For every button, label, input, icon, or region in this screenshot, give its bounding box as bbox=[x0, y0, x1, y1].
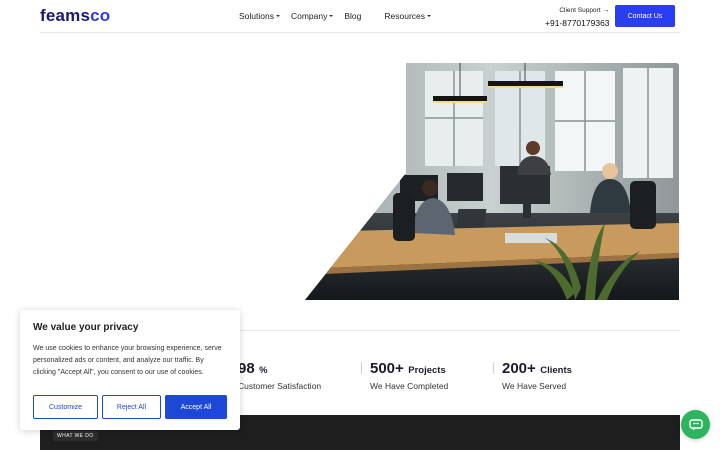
cookie-buttons: Customize Reject All Accept All bbox=[33, 395, 231, 419]
section-tag: WHAT WE DO bbox=[53, 431, 98, 441]
logo[interactable]: feamsco bbox=[40, 6, 110, 26]
nav-label: Solutions bbox=[239, 11, 274, 21]
stat-suffix: Clients bbox=[540, 365, 572, 376]
main-nav: Solutions Company Blog Resources bbox=[239, 11, 442, 21]
stat-divider bbox=[361, 362, 362, 374]
stat-clients: 200+ Clients We Have Served bbox=[493, 360, 572, 391]
nav-item-company[interactable]: Company bbox=[290, 11, 334, 21]
stat-number: 200+ bbox=[502, 360, 536, 377]
cookie-title: We value your privacy bbox=[33, 322, 139, 333]
client-support[interactable]: Client Support → +91-8770179363 bbox=[545, 7, 610, 28]
cookie-text: We use cookies to enhance your browsing … bbox=[33, 345, 222, 376]
arrow-right-icon: → bbox=[602, 7, 610, 14]
support-label: Client Support bbox=[559, 7, 601, 14]
office-photo bbox=[305, 63, 679, 300]
chat-button[interactable] bbox=[681, 410, 710, 439]
site-header: feamsco Solutions Company Blog Resources… bbox=[0, 0, 720, 33]
stat-label: Customer Satisfaction bbox=[238, 381, 322, 391]
stat-suffix: Projects bbox=[408, 365, 446, 376]
hero-image bbox=[305, 63, 679, 300]
contact-us-button[interactable]: Contact Us bbox=[615, 5, 675, 27]
support-link[interactable]: Client Support → bbox=[545, 7, 610, 14]
stat-divider bbox=[493, 362, 494, 374]
chevron-down-icon bbox=[275, 15, 280, 17]
header-divider bbox=[40, 32, 680, 33]
nav-item-resources[interactable]: Resources bbox=[384, 11, 432, 21]
chevron-down-icon bbox=[427, 15, 432, 17]
stat-label: We Have Completed bbox=[370, 381, 449, 391]
nav-label: Company bbox=[290, 11, 328, 21]
logo-suffix: co bbox=[90, 6, 111, 25]
stat-number: 500+ bbox=[370, 360, 404, 377]
stat-projects: 500+ Projects We Have Completed bbox=[361, 360, 449, 391]
chat-icon bbox=[688, 418, 703, 430]
nav-item-blog[interactable]: Blog bbox=[344, 11, 361, 21]
stat-label: We Have Served bbox=[502, 381, 567, 391]
chevron-down-icon bbox=[329, 15, 334, 17]
nav-label: Resources bbox=[384, 11, 426, 21]
stat-customer-satisfaction: 98 % Customer Satisfaction bbox=[238, 360, 322, 392]
cookie-consent-dialog: We value your privacy We use cookies to … bbox=[20, 310, 240, 430]
page: feamsco Solutions Company Blog Resources… bbox=[0, 0, 720, 450]
nav-label: Blog bbox=[344, 11, 362, 21]
nav-item-solutions[interactable]: Solutions bbox=[239, 11, 280, 21]
accept-all-button[interactable]: Accept All bbox=[165, 395, 227, 419]
support-phone[interactable]: +91-8770179363 bbox=[545, 18, 610, 28]
logo-prefix: feams bbox=[40, 6, 91, 25]
reject-all-button[interactable]: Reject All bbox=[102, 395, 161, 419]
stat-suffix: % bbox=[259, 365, 268, 376]
customize-button[interactable]: Customize bbox=[33, 395, 98, 419]
stat-number: 98 bbox=[238, 360, 255, 377]
